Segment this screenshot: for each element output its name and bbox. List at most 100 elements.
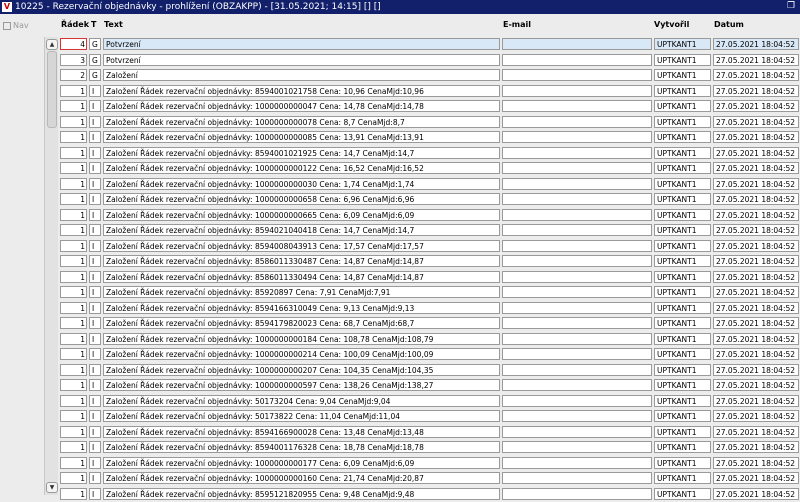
cell-vytvoril[interactable]: UPTKANT1	[654, 317, 711, 329]
cell-vytvoril[interactable]: UPTKANT1	[654, 193, 711, 205]
cell-t[interactable]: I	[89, 488, 101, 500]
cell-t[interactable]: I	[89, 85, 101, 97]
cell-datum[interactable]: 27.05.2021 18:04:52	[713, 54, 799, 66]
cell-text[interactable]: Založení Řádek rezervační objednávky: 85…	[103, 240, 500, 252]
cell-vytvoril[interactable]: UPTKANT1	[654, 209, 711, 221]
table-row[interactable]: 1IZaložení Řádek rezervační objednávky: …	[60, 115, 800, 131]
cell-text[interactable]: Založení Řádek rezervační objednávky: 50…	[103, 410, 500, 422]
cell-text[interactable]: Založení Řádek rezervační objednávky: 85…	[103, 224, 500, 236]
cell-t[interactable]: I	[89, 100, 101, 112]
cell-email[interactable]	[502, 38, 652, 50]
cell-radek[interactable]: 1	[60, 209, 87, 221]
cell-text[interactable]: Založení Řádek rezervační objednávky: 10…	[103, 379, 500, 391]
cell-datum[interactable]: 27.05.2021 18:04:52	[713, 147, 799, 159]
cell-datum[interactable]: 27.05.2021 18:04:52	[713, 162, 799, 174]
cell-radek[interactable]: 1	[60, 271, 87, 283]
cell-text[interactable]: Založení Řádek rezervační objednávky: 10…	[103, 162, 500, 174]
cell-datum[interactable]: 27.05.2021 18:04:52	[713, 85, 799, 97]
table-row[interactable]: 1IZaložení Řádek rezervační objednávky: …	[60, 347, 800, 363]
cell-vytvoril[interactable]: UPTKANT1	[654, 85, 711, 97]
cell-text[interactable]: Založení Řádek rezervační objednávky: 10…	[103, 178, 500, 190]
cell-datum[interactable]: 27.05.2021 18:04:52	[713, 178, 799, 190]
cell-datum[interactable]: 27.05.2021 18:04:52	[713, 302, 799, 314]
table-row[interactable]: 1IZaložení Řádek rezervační objednávky: …	[60, 254, 800, 270]
column-header-email[interactable]: E-mail	[503, 20, 531, 31]
cell-vytvoril[interactable]: UPTKANT1	[654, 131, 711, 143]
table-row[interactable]: 2GZaloženíUPTKANT127.05.2021 18:04:52	[60, 68, 800, 84]
cell-datum[interactable]: 27.05.2021 18:04:52	[713, 426, 799, 438]
cell-t[interactable]: I	[89, 271, 101, 283]
table-row[interactable]: 1IZaložení Řádek rezervační objednávky: …	[60, 409, 800, 425]
cell-text[interactable]: Založení Řádek rezervační objednávky: 85…	[103, 441, 500, 453]
cell-radek[interactable]: 2	[60, 69, 87, 81]
table-row[interactable]: 1IZaložení Řádek rezervační objednávky: …	[60, 161, 800, 177]
cell-datum[interactable]: 27.05.2021 18:04:52	[713, 286, 799, 298]
cell-text[interactable]: Založení Řádek rezervační objednávky: 85…	[103, 85, 500, 97]
column-header-radek[interactable]: Řádek	[61, 20, 89, 31]
cell-email[interactable]	[502, 348, 652, 360]
cell-t[interactable]: I	[89, 395, 101, 407]
column-header-text[interactable]: Text	[104, 20, 123, 31]
table-row[interactable]: 1IZaložení Řádek rezervační objednávky: …	[60, 270, 800, 286]
table-row[interactable]: 1IZaložení Řádek rezervační objednávky: …	[60, 471, 800, 487]
cell-t[interactable]: I	[89, 224, 101, 236]
cell-email[interactable]	[502, 379, 652, 391]
cell-radek[interactable]: 1	[60, 426, 87, 438]
cell-vytvoril[interactable]: UPTKANT1	[654, 178, 711, 190]
table-row[interactable]: 1IZaložení Řádek rezervační objednávky: …	[60, 456, 800, 472]
cell-text[interactable]: Založení Řádek rezervační objednávky: 85…	[103, 488, 500, 500]
cell-radek[interactable]: 1	[60, 224, 87, 236]
cell-radek[interactable]: 1	[60, 379, 87, 391]
cell-radek[interactable]: 1	[60, 364, 87, 376]
cell-email[interactable]	[502, 255, 652, 267]
table-row[interactable]: 1IZaložení Řádek rezervační objednávky: …	[60, 192, 800, 208]
cell-vytvoril[interactable]: UPTKANT1	[654, 271, 711, 283]
cell-text[interactable]: Založení Řádek rezervační objednávky: 10…	[103, 209, 500, 221]
cell-vytvoril[interactable]: UPTKANT1	[654, 240, 711, 252]
cell-vytvoril[interactable]: UPTKANT1	[654, 224, 711, 236]
nav-button[interactable]: Nav	[3, 21, 29, 30]
cell-text[interactable]: Založení Řádek rezervační objednávky: 10…	[103, 193, 500, 205]
cell-text[interactable]: Založení Řádek rezervační objednávky: 10…	[103, 472, 500, 484]
cell-t[interactable]: G	[89, 54, 101, 66]
cell-email[interactable]	[502, 317, 652, 329]
cell-datum[interactable]: 27.05.2021 18:04:52	[713, 488, 799, 500]
cell-t[interactable]: I	[89, 147, 101, 159]
cell-vytvoril[interactable]: UPTKANT1	[654, 441, 711, 453]
cell-email[interactable]	[502, 441, 652, 453]
cell-text[interactable]: Založení Řádek rezervační objednávky: 10…	[103, 100, 500, 112]
table-row[interactable]: 1IZaložení Řádek rezervační objednávky: …	[60, 487, 800, 502]
cell-datum[interactable]: 27.05.2021 18:04:52	[713, 410, 799, 422]
cell-t[interactable]: I	[89, 457, 101, 469]
restore-window-icon[interactable]: ❐	[787, 2, 796, 11]
cell-vytvoril[interactable]: UPTKANT1	[654, 457, 711, 469]
cell-email[interactable]	[502, 364, 652, 376]
cell-email[interactable]	[502, 100, 652, 112]
cell-radek[interactable]: 1	[60, 441, 87, 453]
table-row[interactable]: 4GPotvrzeníUPTKANT127.05.2021 18:04:52	[60, 37, 800, 53]
cell-email[interactable]	[502, 178, 652, 190]
cell-email[interactable]	[502, 131, 652, 143]
cell-vytvoril[interactable]: UPTKANT1	[654, 286, 711, 298]
cell-vytvoril[interactable]: UPTKANT1	[654, 116, 711, 128]
table-row[interactable]: 1IZaložení Řádek rezervační objednávky: …	[60, 223, 800, 239]
cell-radek[interactable]: 1	[60, 240, 87, 252]
cell-datum[interactable]: 27.05.2021 18:04:52	[713, 333, 799, 345]
table-row[interactable]: 1IZaložení Řádek rezervační objednávky: …	[60, 378, 800, 394]
table-row[interactable]: 1IZaložení Řádek rezervační objednávky: …	[60, 84, 800, 100]
cell-t[interactable]: I	[89, 426, 101, 438]
cell-datum[interactable]: 27.05.2021 18:04:52	[713, 348, 799, 360]
cell-text[interactable]: Založení	[103, 69, 500, 81]
cell-text[interactable]: Založení Řádek rezervační objednávky: 10…	[103, 457, 500, 469]
table-row[interactable]: 1IZaložení Řádek rezervační objednávky: …	[60, 239, 800, 255]
cell-t[interactable]: I	[89, 364, 101, 376]
cell-email[interactable]	[502, 193, 652, 205]
cell-radek[interactable]: 1	[60, 410, 87, 422]
cell-vytvoril[interactable]: UPTKANT1	[654, 364, 711, 376]
cell-vytvoril[interactable]: UPTKANT1	[654, 54, 711, 66]
cell-email[interactable]	[502, 333, 652, 345]
cell-datum[interactable]: 27.05.2021 18:04:52	[713, 379, 799, 391]
cell-t[interactable]: I	[89, 240, 101, 252]
cell-vytvoril[interactable]: UPTKANT1	[654, 426, 711, 438]
cell-datum[interactable]: 27.05.2021 18:04:52	[713, 131, 799, 143]
